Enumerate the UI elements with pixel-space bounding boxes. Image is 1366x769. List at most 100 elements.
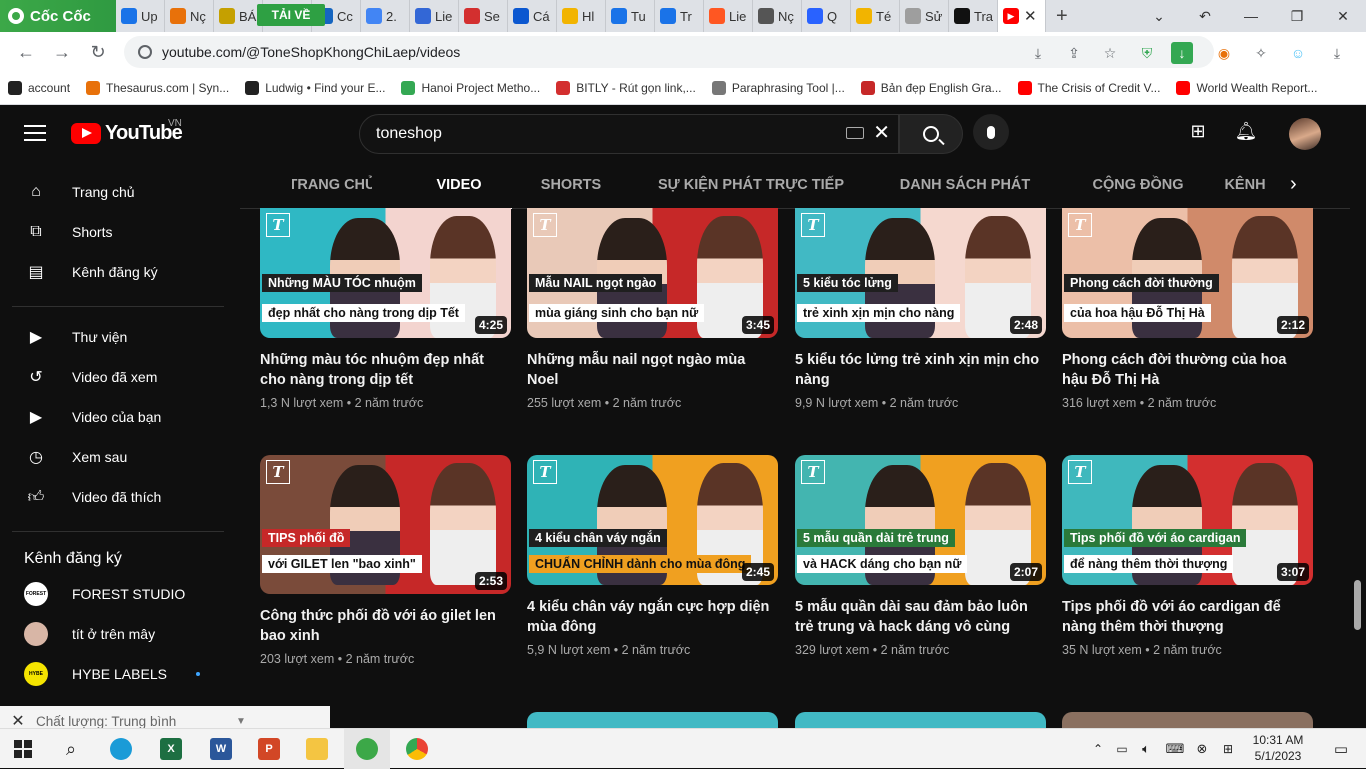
sidebar-item[interactable]: 👍︎ Video đã thích [12, 477, 224, 517]
start-button[interactable] [0, 729, 46, 769]
bookmark-item[interactable]: The Crisis of Credit V... [1010, 81, 1169, 95]
browser-tab[interactable]: Nç [165, 0, 214, 32]
video-card[interactable]: T Phong cách đời thường của hoa hậu Đỗ Thị… [1062, 208, 1313, 410]
search-input[interactable]: toneshop ✕ [359, 114, 899, 154]
notifications-bell-icon[interactable]: 🔔︎ [1231, 116, 1261, 146]
video-card[interactable]: T Mẫu NAIL ngọt ngào mùa giáng sinh cho bạ… [527, 208, 778, 410]
browser-tab[interactable]: Cá [508, 0, 557, 32]
sidebar-item[interactable]: ▶ Thư viện [12, 317, 224, 357]
search-taskbar-icon[interactable]: ⌕ [48, 729, 94, 769]
bookmark-item[interactable]: Hanoi Project Metho... [393, 81, 548, 95]
browser-tab[interactable]: Hl [557, 0, 606, 32]
extension-circle-icon[interactable]: ◉ [1213, 42, 1235, 64]
bookmark-item[interactable]: BITLY - Rút gọn link,... [548, 81, 704, 95]
extension-shield-icon[interactable]: ⛨ [1136, 42, 1158, 64]
video-title[interactable]: Công thức phối đồ với áo gilet len bao x… [260, 606, 511, 646]
quality-dropdown-icon[interactable]: ▼ [236, 716, 246, 727]
bookmark-item[interactable]: account [0, 81, 78, 95]
video-title[interactable]: Những màu tóc nhuộm đẹp nhất cho nàng tr… [260, 350, 511, 390]
sidebar-item[interactable]: ▤ Kênh đăng ký [12, 252, 224, 292]
bookmark-item[interactable]: World Wealth Report... [1168, 81, 1325, 95]
video-card[interactable]: T 4 kiểu chân váy ngắn CHUẨN CHỈNH dành ch… [527, 455, 778, 657]
video-title[interactable]: Những mẫu nail ngọt ngào mùa Noel [527, 350, 778, 390]
video-thumbnail[interactable]: T TIPS phối đồ với GILET len "bao xinh" 2:5… [260, 455, 511, 594]
video-title[interactable]: Phong cách đời thường của hoa hậu Đỗ Thị… [1062, 350, 1313, 390]
channel-tab[interactable]: SHORTS [512, 161, 630, 209]
channel-tab[interactable]: VIDEO [406, 161, 512, 209]
tab-search-icon[interactable]: ⌄ [1136, 0, 1182, 32]
video-card[interactable]: T Những MÀU TÓC nhuộm đẹp nhất cho nàng tr… [260, 208, 511, 410]
video-title[interactable]: 4 kiểu chân váy ngắn cực hợp diện mùa đô… [527, 597, 778, 637]
video-card[interactable]: T 5 mẫu quần dài trẻ trung và HACK dáng ch… [795, 455, 1046, 657]
browser-tab[interactable]: 2. [361, 0, 410, 32]
browser-tab[interactable]: Lie [410, 0, 459, 32]
voice-search-button[interactable] [973, 114, 1009, 150]
video-thumbnail[interactable]: T Mẫu NAIL ngọt ngào mùa giáng sinh cho bạ… [527, 208, 778, 338]
minimize-icon[interactable]: — [1228, 0, 1274, 32]
powerpoint-icon[interactable]: P [246, 729, 292, 769]
subscription-item[interactable]: HYBE HYBE LABELS [12, 654, 224, 694]
close-window-icon[interactable]: ✕ [1320, 0, 1366, 32]
browser-tab[interactable]: BÁ [214, 0, 263, 32]
restore-icon[interactable]: ❐ [1274, 0, 1320, 32]
extensions-puzzle-icon[interactable]: ✧ [1250, 42, 1272, 64]
video-thumbnail[interactable]: T 5 kiểu tóc lửng trẻ xinh xịn mịn cho nàn… [795, 208, 1046, 338]
reload-icon[interactable]: ↻ [80, 34, 116, 70]
coccoc-taskbar-icon[interactable] [344, 729, 390, 769]
excel-icon[interactable]: X [148, 729, 194, 769]
subscription-item[interactable]: FOREST FOREST STUDIO [12, 574, 224, 614]
close-tab-icon[interactable]: ✕ [1024, 7, 1037, 25]
channel-tab[interactable]: SỰ KIỆN PHÁT TRỰC TIẾP [630, 161, 872, 209]
clear-search-icon[interactable]: ✕ [873, 123, 890, 143]
back-icon[interactable]: ← [8, 34, 44, 70]
sidebar-item[interactable]: ⌂ Trang chủ [12, 172, 224, 212]
bookmark-item[interactable]: Ludwig • Find your E... [237, 81, 393, 95]
active-tab[interactable]: ▶ ✕ [998, 0, 1046, 32]
back-history-icon[interactable]: ↶ [1182, 0, 1228, 32]
bookmark-item[interactable]: Paraphrasing Tool |... [704, 81, 853, 95]
bookmark-item[interactable]: Bản đẹp English Gra... [853, 81, 1010, 95]
menu-icon[interactable] [24, 125, 46, 141]
profile-icon[interactable]: ☺ [1287, 42, 1309, 64]
download-button[interactable]: TẢI VỀ [257, 4, 325, 26]
video-thumbnail[interactable]: T Phong cách đời thường của hoa hậu Đỗ Thị… [1062, 208, 1313, 338]
bookmark-item[interactable]: Thesaurus.com | Syn... [78, 81, 237, 95]
network-icon[interactable]: ⊗ [1190, 729, 1214, 769]
install-app-icon[interactable]: ⤓ [1027, 42, 1049, 64]
notifications-icon[interactable]: ▭ [1318, 729, 1364, 769]
video-thumbnail[interactable]: T 4 kiểu chân váy ngắn CHUẨN CHỈNH dành ch… [527, 455, 778, 585]
battery-icon[interactable]: ▭ [1110, 729, 1134, 769]
new-tab-icon[interactable]: + [1046, 5, 1078, 28]
browser-brand-button[interactable]: Cốc Cốc [0, 0, 116, 32]
browser-tab[interactable]: Tr [655, 0, 704, 32]
video-title[interactable]: 5 mẫu quần dài sau đảm bảo luôn trẻ trun… [795, 597, 1046, 637]
channel-tab[interactable]: CỘNG ĐỒNG [1058, 161, 1218, 209]
channel-tab[interactable]: DANH SÁCH PHÁT [872, 161, 1058, 209]
site-info-icon[interactable] [138, 45, 152, 59]
youtube-logo[interactable]: YouTube VN [71, 118, 183, 145]
forward-icon[interactable]: → [44, 34, 80, 70]
video-card[interactable]: T TIPS phối đồ với GILET len "bao xinh" 2:5… [260, 455, 511, 666]
downloads-icon[interactable]: ⤓ [1326, 42, 1348, 64]
url-input[interactable]: youtube.com/@ToneShopKhongChiLaep/videos [124, 36, 1214, 68]
browser-tab[interactable]: Se [459, 0, 508, 32]
video-card[interactable]: T Tips phối đồ với áo cardigan để nàng thê… [1062, 455, 1313, 657]
video-thumbnail-partial[interactable] [795, 712, 1046, 728]
volume-icon[interactable]: 🔈︎ [1134, 729, 1158, 769]
browser-tab[interactable]: Tu [606, 0, 655, 32]
chrome-icon[interactable] [394, 729, 440, 769]
page-scrollbar[interactable] [1354, 580, 1361, 630]
sidebar-item[interactable]: ↺ Video đã xem [12, 357, 224, 397]
sidebar-item[interactable]: ⧉ Shorts [12, 212, 224, 252]
sidebar-item[interactable]: ◷ Xem sau [12, 437, 224, 477]
word-icon[interactable]: W [198, 729, 244, 769]
channel-tab[interactable]: TRANG CHỦ [292, 161, 372, 209]
subscription-item[interactable]: tít ở trên mây [12, 614, 224, 654]
chevron-right-icon[interactable]: › [1290, 173, 1297, 196]
tray-expand-icon[interactable]: ⌃ [1086, 729, 1110, 769]
sidebar-item[interactable]: ▶ Video của bạn [12, 397, 224, 437]
browser-tab[interactable]: Té [851, 0, 900, 32]
browser-tab[interactable]: Q [802, 0, 851, 32]
video-title[interactable]: Tips phối đồ với áo cardigan để nàng thê… [1062, 597, 1313, 637]
video-title[interactable]: 5 kiểu tóc lửng trẻ xinh xịn mịn cho nàn… [795, 350, 1046, 390]
